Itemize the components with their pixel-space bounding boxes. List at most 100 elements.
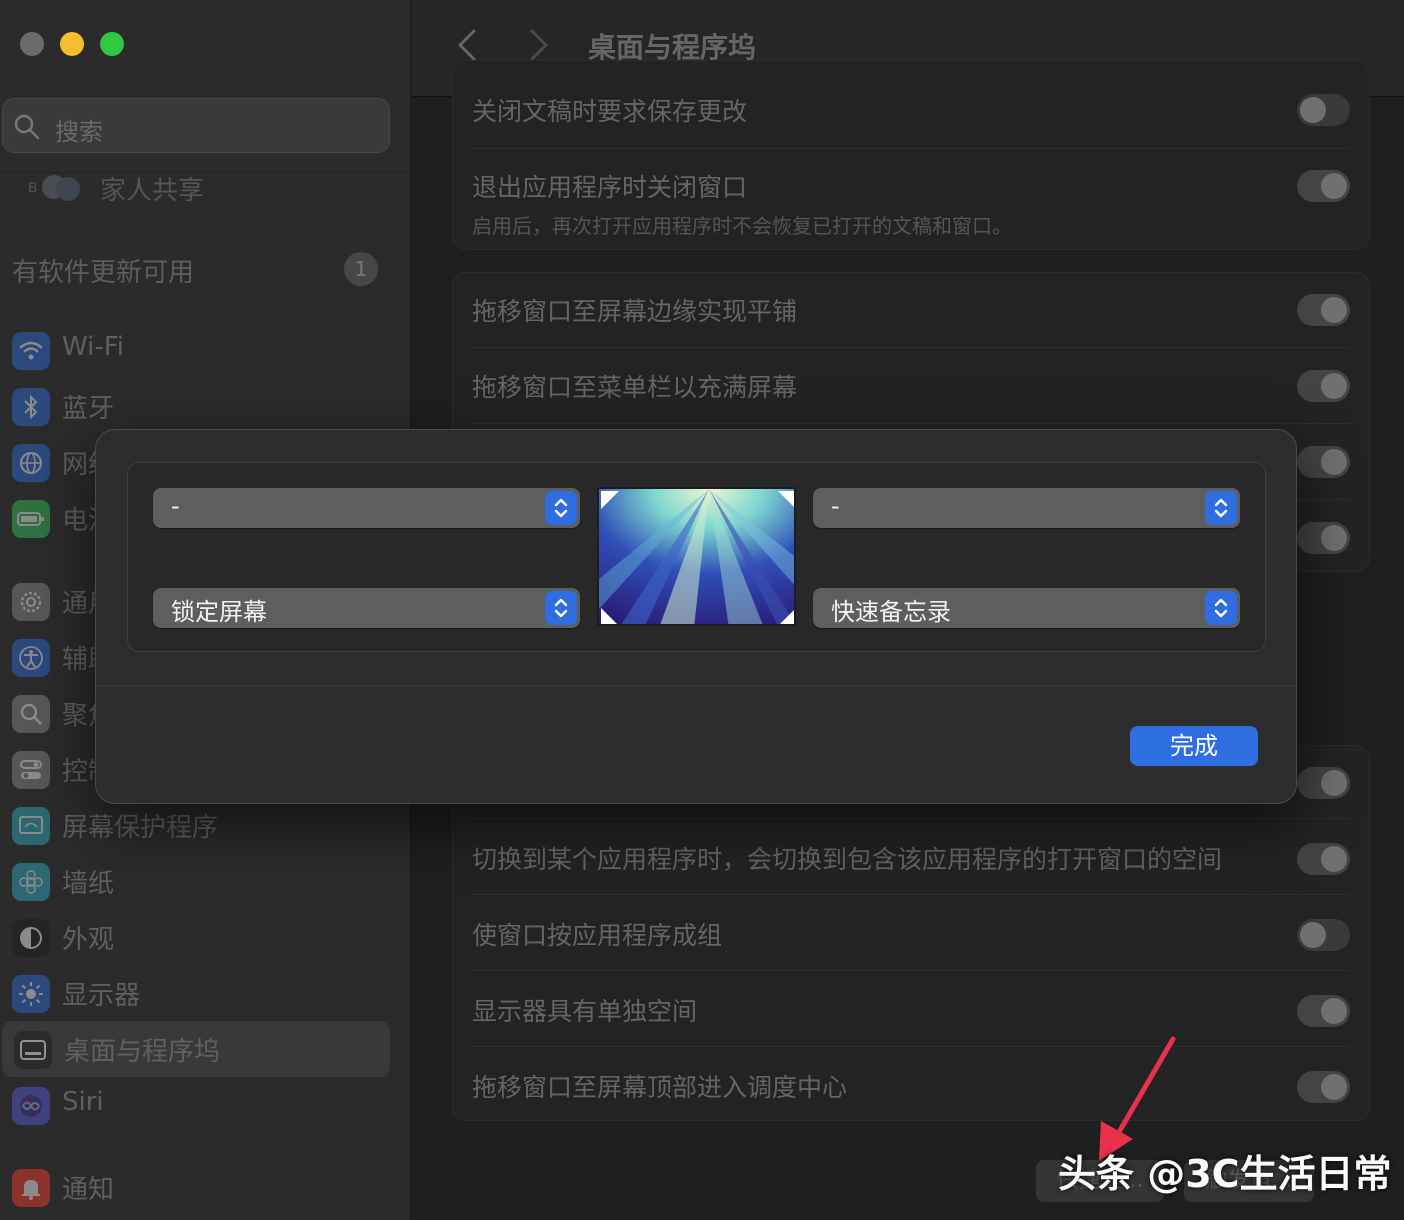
bottom-right-corner-value: 快速备忘录 [831, 598, 951, 626]
settings-toggle[interactable] [1297, 294, 1350, 326]
settings-row-label: 拖移窗口至屏幕顶部进入调度中心 [472, 1073, 848, 1102]
family-avatars-icon: B [28, 172, 80, 202]
toggle-knob [1321, 1074, 1347, 1100]
bell-icon [12, 1169, 50, 1207]
bluetooth-icon [12, 388, 50, 426]
hot-corners-dialog: - - 锁定屏幕 快速备忘录 完成 [95, 429, 1297, 804]
software-update-item[interactable]: 有软件更新可用 1 [12, 252, 382, 288]
popup-stepper-icon [545, 491, 577, 525]
sidebar-item-label: 屏幕保护程序 [62, 813, 219, 843]
settings-toggle[interactable] [1297, 446, 1350, 478]
update-count-badge: 1 [344, 252, 378, 286]
software-update-label: 有软件更新可用 [12, 258, 195, 288]
control-center-icon [12, 751, 50, 789]
toggle-knob [1321, 173, 1347, 199]
toggle-knob [1321, 297, 1347, 323]
bottom-right-corner-select[interactable]: 快速备忘录 [813, 588, 1240, 628]
sidebar-item-wifi[interactable]: Wi-Fi [0, 322, 390, 378]
settings-row: 拖移窗口至菜单栏以充满屏幕 [472, 368, 1352, 404]
sidebar-item-label: 墙纸 [62, 869, 115, 899]
gear-icon [12, 583, 50, 621]
svg-text:B: B [28, 179, 37, 195]
settings-row: 拖移窗口至屏幕边缘实现平铺 [472, 292, 1352, 328]
toggle-knob [1321, 449, 1347, 475]
settings-row-label: 拖移窗口至菜单栏以充满屏幕 [472, 373, 798, 402]
toggle-knob [1321, 770, 1347, 796]
sidebar-item-label: 显示器 [62, 981, 141, 1011]
settings-row-label: 使窗口按应用程序成组 [472, 921, 723, 950]
sidebar-item-label: Siri [62, 1087, 104, 1117]
settings-row-label: 显示器具有单独空间 [472, 997, 698, 1026]
settings-toggle[interactable] [1297, 767, 1350, 799]
sidebar-item-appearance[interactable]: 外观 [0, 909, 390, 965]
settings-row: 拖移窗口至屏幕顶部进入调度中心 [472, 1068, 1352, 1104]
sidebar-item-label: 外观 [62, 925, 115, 955]
settings-row-description: 启用后，再次打开应用程序时不会恢复已打开的文稿和窗口。 [472, 214, 1012, 238]
appearance-icon [12, 919, 50, 957]
sidebar-item-screensaver[interactable]: 屏幕保护程序 [0, 797, 390, 853]
settings-row: 使窗口按应用程序成组 [472, 916, 1352, 952]
settings-row-label: 关闭文稿时要求保存更改 [472, 97, 748, 126]
settings-row: 关闭文稿时要求保存更改 [472, 92, 1352, 128]
toggle-knob [1300, 922, 1326, 948]
minimize-window-button[interactable] [60, 32, 84, 56]
search-input[interactable]: 搜索 [2, 98, 390, 153]
battery-icon [12, 500, 50, 538]
settings-row: 切换到某个应用程序时，会切换到包含该应用程序的打开窗口的空间 [472, 840, 1352, 876]
settings-toggle[interactable] [1297, 1071, 1350, 1103]
sidebar-item-label: Wi-Fi [62, 332, 125, 362]
dialog-footer-divider [96, 685, 1296, 686]
settings-row: 退出应用程序时关闭窗口启用后，再次打开应用程序时不会恢复已打开的文稿和窗口。 [472, 168, 1352, 239]
accessibility-icon [12, 639, 50, 677]
bottom-left-corner-select[interactable]: 锁定屏幕 [153, 588, 580, 628]
settings-toggle[interactable] [1297, 94, 1350, 126]
row-divider [472, 970, 1350, 971]
settings-toggle[interactable] [1297, 995, 1350, 1027]
toggle-knob [1321, 998, 1347, 1024]
settings-toggle[interactable] [1297, 522, 1350, 554]
close-window-button[interactable] [20, 32, 44, 56]
dock-icon [14, 1031, 52, 1069]
settings-toggle[interactable] [1297, 170, 1350, 202]
sun-icon [12, 975, 50, 1013]
magnifier-icon [12, 695, 50, 733]
toggle-knob [1321, 525, 1347, 551]
bottom-left-corner-value: 锁定屏幕 [171, 598, 267, 626]
sidebar-divider [0, 172, 411, 173]
settings-toggle[interactable] [1297, 919, 1350, 951]
settings-row-label: 切换到某个应用程序时，会切换到包含该应用程序的打开窗口的空间 [472, 845, 1223, 874]
top-right-corner-select[interactable]: - [813, 488, 1240, 528]
watermark-text: 头条 @3C生活日常 [1058, 1152, 1392, 1196]
search-icon [13, 113, 41, 145]
sidebar-item-bell[interactable]: 通知 [0, 1159, 390, 1215]
toggle-knob [1300, 97, 1326, 123]
popup-stepper-icon [1205, 591, 1237, 625]
zoom-window-button[interactable] [100, 32, 124, 56]
sidebar-item-dock[interactable]: 桌面与程序坞 [2, 1021, 390, 1077]
desktop-preview-image [597, 487, 796, 626]
wifi-icon [12, 332, 50, 370]
toggle-knob [1321, 373, 1347, 399]
popup-stepper-icon [545, 591, 577, 625]
siri-icon [12, 1087, 50, 1125]
done-button[interactable]: 完成 [1130, 726, 1258, 766]
globe-icon [12, 444, 50, 482]
row-divider [472, 423, 1350, 424]
settings-row-label: 拖移窗口至屏幕边缘实现平铺 [472, 297, 798, 326]
sidebar-item-wallpaper[interactable]: 墙纸 [0, 853, 390, 909]
row-divider [472, 1046, 1350, 1047]
settings-row-label: 退出应用程序时关闭窗口 [472, 173, 748, 202]
sidebar-item-label: 通知 [62, 1175, 115, 1205]
row-divider [472, 347, 1350, 348]
settings-toggle[interactable] [1297, 370, 1350, 402]
settings-toggle[interactable] [1297, 843, 1350, 875]
screensaver-icon [12, 807, 50, 845]
sidebar-item-bluetooth[interactable]: 蓝牙 [0, 378, 390, 434]
row-divider [472, 818, 1350, 819]
top-left-corner-value: - [171, 492, 180, 520]
sidebar-item-sun[interactable]: 显示器 [0, 965, 390, 1021]
sidebar-item-siri[interactable]: Siri [0, 1077, 390, 1133]
search-placeholder: 搜索 [55, 118, 103, 146]
top-left-corner-select[interactable]: - [153, 488, 580, 528]
family-sharing-label: 家人共享 [100, 176, 205, 206]
